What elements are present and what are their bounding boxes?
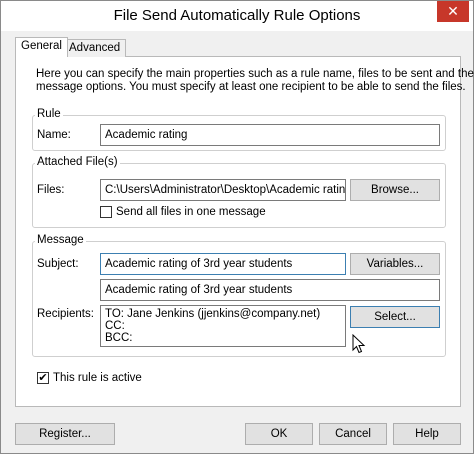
- mouse-pointer-icon: [352, 334, 366, 354]
- intro-text-line-1: Here you can specify the main properties…: [36, 68, 474, 80]
- browse-button[interactable]: Browse...: [350, 179, 440, 201]
- name-label: Name:: [37, 129, 71, 141]
- variables-button[interactable]: Variables...: [350, 253, 440, 275]
- files-input[interactable]: C:\Users\Administrator\Desktop\Academic …: [100, 179, 346, 201]
- register-button[interactable]: Register...: [15, 423, 115, 445]
- message-body-input[interactable]: Academic rating of 3rd year students: [100, 279, 440, 301]
- recipient-to-line: TO: Jane Jenkins (jjenkins@company.net): [105, 308, 321, 320]
- send-all-label: Send all files in one message: [116, 206, 266, 218]
- files-label: Files:: [37, 184, 65, 196]
- recipients-box[interactable]: TO: Jane Jenkins (jjenkins@company.net) …: [100, 305, 346, 347]
- close-icon[interactable]: ✕: [437, 1, 469, 22]
- attached-files-legend: Attached File(s): [35, 156, 120, 168]
- rule-active-checkbox[interactable]: ✔: [37, 372, 49, 384]
- intro-text-line-2: message options. You must specify at lea…: [36, 81, 466, 93]
- tab-general[interactable]: General: [15, 37, 68, 57]
- help-button[interactable]: Help: [393, 423, 461, 445]
- rule-active-label: This rule is active: [53, 372, 142, 384]
- rule-options-dialog: File Send Automatically Rule Options ✕ G…: [0, 0, 474, 454]
- window-title: File Send Automatically Rule Options: [113, 7, 361, 24]
- select-button[interactable]: Select...: [350, 306, 440, 328]
- general-tab-panel: Here you can specify the main properties…: [15, 56, 474, 407]
- send-all-checkbox[interactable]: [100, 206, 112, 218]
- message-group-legend: Message: [35, 234, 86, 246]
- cancel-button[interactable]: Cancel: [319, 423, 387, 445]
- ok-button[interactable]: OK: [245, 423, 313, 445]
- recipient-bcc-line: BCC:: [105, 332, 133, 344]
- recipient-cc-line: CC:: [105, 320, 125, 332]
- title-bar: File Send Automatically Rule Options ✕: [1, 1, 473, 31]
- tab-advanced[interactable]: Advanced: [63, 39, 127, 57]
- subject-label: Subject:: [37, 258, 79, 270]
- rule-group-legend: Rule: [35, 108, 63, 120]
- recipients-label: Recipients:: [37, 308, 94, 320]
- subject-input[interactable]: Academic rating of 3rd year students: [100, 253, 346, 275]
- name-input[interactable]: Academic rating: [100, 124, 440, 146]
